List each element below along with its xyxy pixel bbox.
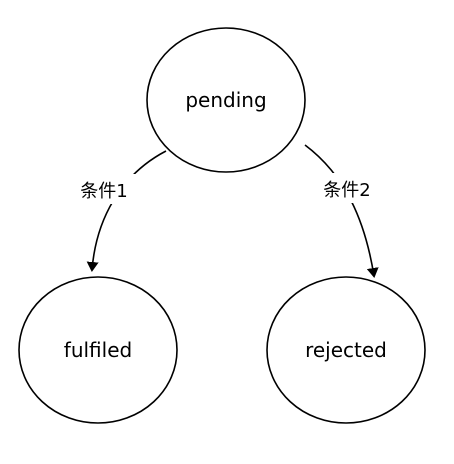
edge-line-to-fulfilled	[86, 150, 167, 272]
edge-pending-to-fulfilled: 条件1	[68, 150, 167, 272]
node-pending-label: pending	[185, 88, 266, 112]
promise-state-diagram: 条件1 条件2 pending fulfiled rejected	[18, 27, 426, 424]
node-fulfilled-label: fulfiled	[64, 338, 132, 362]
node-rejected: rejected	[266, 276, 426, 424]
edge-label-to-rejected: 条件2	[323, 180, 370, 201]
node-fulfilled: fulfiled	[18, 276, 178, 424]
edge-line-to-rejected	[304, 144, 379, 278]
edge-label-to-fulfilled: 条件1	[80, 181, 127, 202]
node-pending: pending	[146, 27, 306, 173]
node-rejected-label: rejected	[305, 338, 387, 362]
edge-pending-to-rejected: 条件2	[304, 144, 384, 278]
